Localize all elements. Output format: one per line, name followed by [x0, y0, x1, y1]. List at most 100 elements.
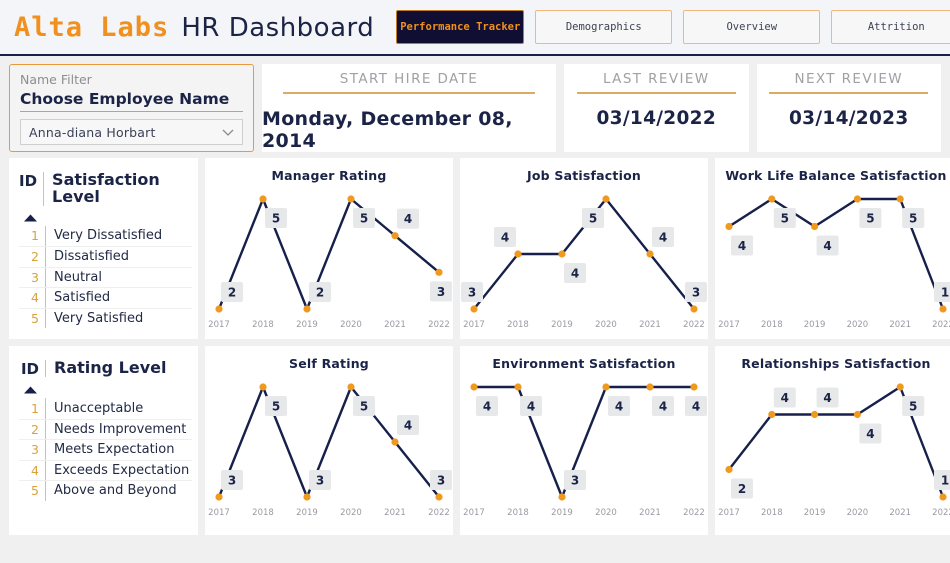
svg-text:4: 4	[692, 400, 700, 414]
table-row: 3 Neutral	[19, 266, 192, 288]
table-header: ID Rating Level	[19, 359, 192, 378]
row-label: Very Dissatisfied	[45, 225, 162, 247]
svg-text:4: 4	[571, 267, 579, 281]
svg-text:2021: 2021	[384, 320, 406, 330]
svg-text:2017: 2017	[208, 320, 230, 330]
kpi-label: START HIRE DATE	[339, 71, 479, 87]
svg-text:5: 5	[589, 212, 597, 226]
chart-work-life-balance-satisfaction[interactable]: 4 5 4 5 5 1 2017 2018 2019 2020 2021 2022	[715, 183, 950, 333]
chart-self-rating[interactable]: 3 5 3 5 4 3 2017 2018 2019 2020 2021 2022	[205, 371, 453, 521]
svg-text:5: 5	[866, 212, 874, 226]
row-id: 2	[31, 249, 39, 265]
row-id: 2	[31, 421, 39, 437]
svg-text:2020: 2020	[595, 320, 617, 330]
tab-demographics[interactable]: Demographics	[535, 10, 673, 44]
card-chart-relationships-satisfaction: Relationships Satisfaction 2 4 4 4 5 1 2017 201…	[715, 346, 950, 535]
svg-text:2: 2	[316, 286, 324, 300]
table-row: 5 Above and Beyond	[19, 480, 192, 501]
kpi-value: 03/14/2023	[789, 107, 909, 129]
svg-text:3: 3	[437, 474, 445, 488]
svg-text:5: 5	[272, 400, 280, 414]
row-label: Exceeds Expectation	[45, 460, 189, 480]
svg-text:4: 4	[738, 239, 746, 253]
column-header-title[interactable]: Rating Level	[45, 359, 166, 377]
kpi-value: Monday, December 08, 2014	[262, 107, 513, 152]
svg-text:4: 4	[659, 400, 667, 414]
kpi-label: LAST REVIEW	[602, 71, 710, 87]
rating-level-table: ID Rating Level 1 Unacceptable 2 Needs I…	[9, 346, 198, 501]
column-header-id[interactable]: ID	[19, 172, 43, 190]
svg-text:5: 5	[909, 400, 917, 414]
svg-text:2017: 2017	[208, 508, 230, 518]
row-label: Meets Expectation	[45, 440, 175, 460]
svg-text:2019: 2019	[804, 320, 826, 330]
row-label: Needs Improvement	[45, 419, 186, 439]
sort-ascending-icon[interactable]	[19, 379, 45, 398]
svg-text:2: 2	[228, 286, 236, 300]
name-filter-panel[interactable]: Name Filter Choose Employee Name Anna-di…	[9, 64, 254, 152]
svg-text:5: 5	[909, 212, 917, 226]
kpi-next-review: NEXT REVIEW 03/14/2023	[756, 64, 941, 152]
svg-text:4: 4	[404, 212, 412, 226]
brand-title: Alta Labs HR Dashboard	[14, 12, 374, 43]
chart-job-satisfaction[interactable]: 3 4 4 5 4 3 2017 2018 2019 2020 2021 2022	[460, 183, 708, 333]
row-id: 4	[31, 462, 39, 478]
sort-ascending-icon[interactable]	[19, 207, 45, 226]
svg-text:4: 4	[866, 427, 874, 441]
tab-attrition[interactable]: Attrition	[831, 10, 950, 44]
row-label: Neutral	[45, 267, 102, 288]
table-body: 1 Unacceptable 2 Needs Improvement 3 Mee…	[19, 398, 192, 501]
svg-text:2018: 2018	[761, 320, 783, 330]
tab-performance-tracker[interactable]: Performance Tracker	[396, 10, 525, 44]
svg-text:2022: 2022	[428, 508, 450, 518]
table-body: 1 Very Dissatisfied 2 Dissatisfied 3 Neu…	[19, 225, 192, 329]
svg-text:3: 3	[228, 474, 236, 488]
brand-accent-text: Alta Labs	[14, 11, 170, 43]
svg-text:5: 5	[360, 400, 368, 414]
svg-text:2022: 2022	[932, 508, 950, 518]
svg-text:2018: 2018	[252, 320, 274, 330]
row-id: 5	[31, 310, 39, 326]
choose-employee-label: Choose Employee Name	[20, 90, 243, 112]
card-rating-level-legend: ID Rating Level 1 Unacceptable 2 Needs I…	[9, 346, 198, 535]
nav-tabs: Performance Tracker Demographics Overvie…	[396, 10, 950, 44]
chevron-down-icon[interactable]	[220, 124, 236, 140]
row-label: Very Satisfied	[45, 308, 143, 329]
card-satisfaction-level-legend: ID Satisfaction Level 1 Very Dissatisfie…	[9, 158, 198, 339]
hr-dashboard-app: Alta Labs HR Dashboard Performance Track…	[0, 0, 950, 563]
svg-text:3: 3	[437, 285, 445, 299]
svg-text:2018: 2018	[761, 508, 783, 518]
svg-text:2017: 2017	[718, 320, 740, 330]
svg-text:2017: 2017	[718, 508, 740, 518]
table-row: 4 Exceeds Expectation	[19, 459, 192, 480]
chart-title: Self Rating	[289, 356, 369, 371]
svg-text:2020: 2020	[595, 508, 617, 518]
svg-text:2019: 2019	[551, 320, 573, 330]
chart-environment-satisfaction[interactable]: 4 4 3 4 4 4 2017 2018 2019 2020 2021 2022	[460, 371, 708, 521]
table-row: 1 Very Dissatisfied	[19, 225, 192, 247]
kpi-rule	[282, 92, 536, 94]
svg-text:2020: 2020	[340, 508, 362, 518]
svg-text:1: 1	[941, 474, 949, 488]
svg-text:2018: 2018	[507, 320, 529, 330]
svg-text:1: 1	[941, 286, 949, 300]
tab-overview[interactable]: Overview	[683, 10, 821, 44]
svg-text:2019: 2019	[551, 508, 573, 518]
svg-text:2020: 2020	[847, 320, 869, 330]
svg-text:5: 5	[781, 212, 789, 226]
chart-manager-rating[interactable]: 2 5 2 5 4 3 2017 2018 2019 2020 2021 2022	[205, 183, 453, 333]
card-chart-self-rating: Self Rating 3 5 3 5 4 3 2017 2018 2019 2020 2021 20…	[205, 346, 453, 535]
svg-text:4: 4	[781, 391, 789, 405]
column-header-title[interactable]: Satisfaction Level	[43, 171, 192, 206]
svg-text:2017: 2017	[463, 320, 485, 330]
chart-relationships-satisfaction[interactable]: 2 4 4 4 5 1 2017 2018 2019 2020 2021 2022	[715, 371, 950, 521]
card-chart-work-life-balance: Work Life Balance Satisfaction 4 5 4 5 5 1 201…	[715, 158, 950, 339]
svg-text:2018: 2018	[252, 508, 274, 518]
employee-select[interactable]: Anna-diana Horbart	[20, 119, 243, 145]
chart-title: Environment Satisfaction	[492, 356, 676, 371]
name-filter-hint: Name Filter	[20, 72, 92, 87]
row-id: 1	[31, 400, 39, 416]
card-chart-manager-rating: Manager Rating 2 5 2 5 4 3 2017 2018 2019 2020 202…	[205, 158, 453, 339]
column-header-id[interactable]: ID	[19, 360, 45, 378]
svg-text:5: 5	[272, 212, 280, 226]
